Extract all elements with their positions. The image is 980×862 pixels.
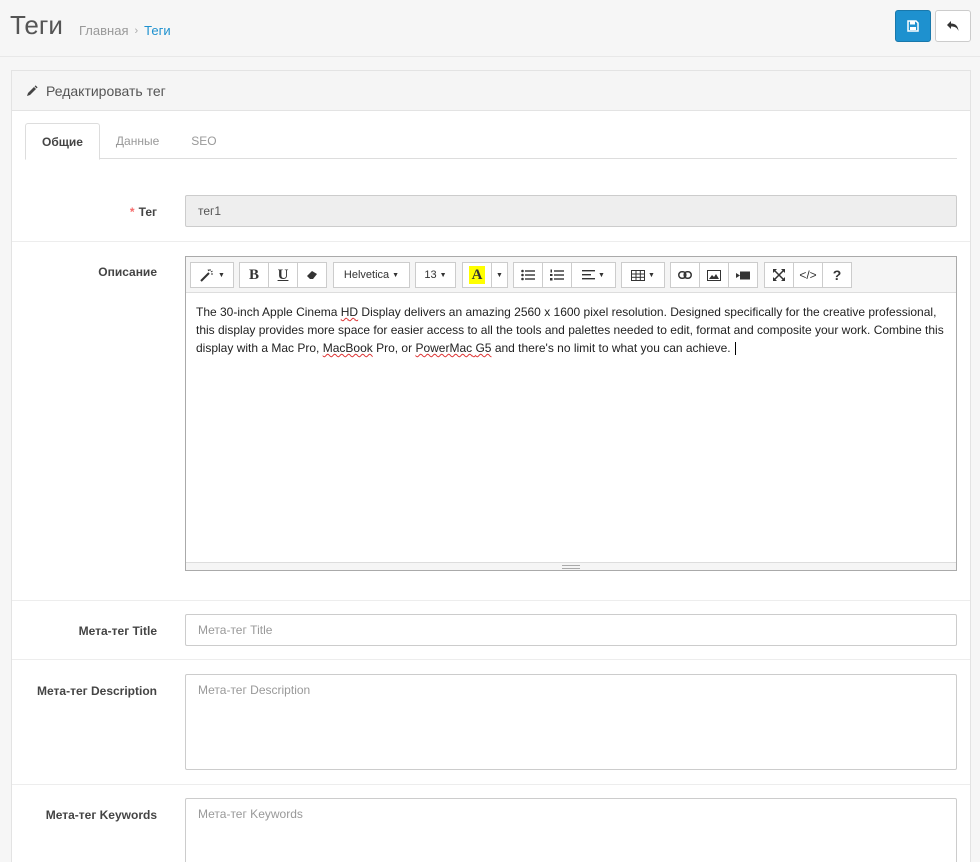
video-icon: [736, 271, 750, 279]
chevron-down-icon: ▼: [218, 271, 225, 279]
magic-wand-icon: [200, 269, 214, 282]
description-editor: ▼ B U Helvetica ▼ 13 ▼ A ▼ ▼ ▼ </> ? The…: [185, 256, 957, 571]
expand-icon: [773, 269, 785, 281]
tag-input[interactable]: тег1: [185, 195, 957, 227]
chevron-down-icon: ▼: [439, 271, 447, 279]
spellcheck-word: HD: [340, 305, 359, 319]
page-title: Теги: [10, 10, 63, 40]
text-part: The 30-inch Apple Cinema: [196, 305, 341, 319]
bold-button[interactable]: B: [239, 262, 269, 288]
reply-arrow-icon: [947, 21, 959, 31]
text-cursor: [734, 342, 736, 356]
panel-title: Редактировать тег: [46, 82, 166, 99]
align-left-icon: [582, 270, 596, 280]
text-part: Pro, or: [372, 341, 416, 355]
code-view-button[interactable]: </>: [793, 262, 823, 288]
tab-general[interactable]: Общие: [25, 123, 100, 160]
meta-description-textarea[interactable]: [185, 674, 957, 770]
numbered-list-icon: [550, 269, 564, 281]
image-button[interactable]: [699, 262, 729, 288]
row-divider: [12, 600, 970, 601]
tab-data[interactable]: Данные: [100, 123, 175, 159]
table-dropdown-button[interactable]: ▼: [621, 262, 665, 288]
spellcheck-word-part: G5: [475, 341, 492, 355]
row-divider: [12, 241, 970, 242]
unordered-list-button[interactable]: [513, 262, 543, 288]
tab-seo[interactable]: SEO: [175, 123, 232, 159]
page-header: Теги Главная › Теги: [0, 0, 980, 57]
font-family-value: Helvetica: [343, 269, 390, 281]
row-divider: [12, 659, 970, 660]
align-dropdown-button[interactable]: ▼: [571, 262, 616, 288]
panel-heading: Редактировать тег: [12, 71, 970, 111]
editor-content[interactable]: The 30-inch Apple Cinema HD Display deli…: [186, 293, 956, 367]
save-button[interactable]: [895, 10, 931, 42]
tag-label-text: Тег: [138, 205, 157, 219]
meta-description-label: Мета-тег Description: [37, 684, 157, 698]
spellcheck-word: MacBook: [322, 341, 373, 355]
chevron-down-icon: ▼: [496, 271, 503, 279]
link-button[interactable]: [670, 262, 700, 288]
bullet-list-icon: [521, 269, 535, 281]
chevron-down-icon: ▼: [648, 271, 655, 279]
row-divider: [12, 784, 970, 785]
eraser-icon: [307, 271, 317, 279]
meta-title-input[interactable]: [185, 614, 957, 646]
table-icon: [631, 269, 646, 281]
highlight-color-button[interactable]: A: [462, 262, 492, 288]
font-family-dropdown[interactable]: Helvetica ▼: [333, 262, 410, 288]
edit-tag-panel: Редактировать тег Общие Данные SEO * Тег …: [11, 70, 971, 862]
floppy-disk-icon: [907, 20, 919, 32]
chevron-down-icon: ▼: [598, 271, 605, 279]
image-icon: [707, 269, 721, 281]
meta-keywords-label: Мета-тег Keywords: [45, 808, 157, 822]
meta-title-label: Мета-тег Title: [78, 624, 157, 638]
spellcheck-word-part: PowerMac: [415, 341, 473, 355]
font-size-value: 13: [424, 269, 437, 281]
breadcrumb-current-link[interactable]: Теги: [144, 23, 170, 38]
breadcrumb-separator: ›: [134, 24, 139, 37]
description-label: Описание: [98, 265, 157, 279]
fullscreen-button[interactable]: [764, 262, 794, 288]
tag-label: * Тег: [130, 205, 157, 219]
underline-button[interactable]: U: [268, 262, 298, 288]
breadcrumb: Главная › Теги: [79, 23, 171, 38]
editor-toolbar: ▼ B U Helvetica ▼ 13 ▼ A ▼ ▼ ▼ </> ?: [186, 257, 956, 293]
link-icon: [678, 271, 692, 279]
style-dropdown-button[interactable]: ▼: [190, 262, 234, 288]
tab-bar: Общие Данные SEO: [25, 123, 957, 160]
editor-resize-handle[interactable]: [186, 562, 956, 570]
text-part: and there's no limit to what you can ach…: [491, 341, 731, 355]
meta-keywords-textarea[interactable]: [185, 798, 957, 862]
chevron-down-icon: ▼: [392, 271, 400, 279]
breadcrumb-home-link[interactable]: Главная: [79, 23, 128, 38]
spellcheck-word: PowerMac G5: [415, 341, 491, 355]
required-mark: *: [129, 205, 135, 219]
color-dropdown-button[interactable]: ▼: [491, 262, 508, 288]
back-button[interactable]: [935, 10, 971, 42]
grip-icon: [562, 564, 580, 569]
highlight-icon: A: [468, 266, 486, 284]
help-button[interactable]: ?: [822, 262, 852, 288]
font-size-dropdown[interactable]: 13 ▼: [415, 262, 456, 288]
video-button[interactable]: [728, 262, 758, 288]
pencil-icon: [27, 84, 38, 96]
ordered-list-button[interactable]: [542, 262, 572, 288]
clear-format-button[interactable]: [297, 262, 327, 288]
